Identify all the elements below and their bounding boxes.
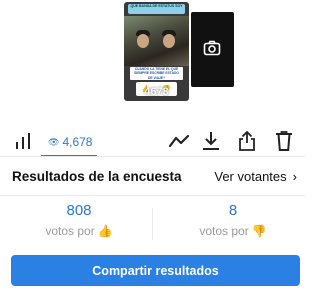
story-caption: CUANDO LA TIENE EL QUE SIEMPRE ESCRIBE E… (130, 67, 183, 80)
camera-icon[interactable] (203, 40, 221, 56)
story-poll-insights: QUE BANDA DE ESTATUS SOY CUANDO LA TIENE… (0, 0, 305, 301)
story-view-count: 4678 (144, 86, 169, 98)
person-face (137, 34, 149, 48)
download-icon[interactable] (200, 131, 222, 151)
see-voters-link[interactable]: Ver votantes › (214, 169, 297, 184)
thumbs-down-icon: 👎 (251, 224, 267, 238)
yes-vote-label-text: votos por (45, 224, 95, 238)
yes-vote-count: 808 (66, 202, 92, 219)
thumbs-up-icon: 👍 (97, 224, 113, 238)
results-divider (152, 208, 153, 240)
trash-icon[interactable] (275, 130, 293, 152)
eye-icon: 👁 (48, 137, 60, 147)
story-banner-text: QUE BANDA DE ESTATUS SOY (128, 4, 185, 14)
chevron-right-icon: › (292, 169, 297, 184)
poll-result-no[interactable]: 8 votos por 👎 (158, 202, 308, 238)
poll-results-header: Resultados de la encuesta Ver votantes › (0, 165, 305, 189)
views-tab[interactable]: 👁 4,678 (48, 135, 92, 149)
views-count-value: 4,678 (62, 135, 93, 149)
poll-divider (0, 195, 305, 196)
insights-toolbar: 👁 4,678 (0, 126, 305, 157)
poll-results-title: Resultados de la encuesta (12, 169, 182, 184)
no-vote-count: 8 (228, 202, 238, 219)
no-vote-label-text: votos por (199, 224, 249, 238)
poll-result-yes[interactable]: 808 votos por 👍 (4, 202, 154, 238)
person-face (163, 34, 175, 48)
see-voters-label: Ver votantes (214, 169, 287, 184)
yes-vote-label: votos por 👍 (4, 224, 154, 238)
toolbar-divider (0, 156, 305, 157)
share-results-button[interactable]: Compartir resultados (11, 255, 300, 286)
trend-icon[interactable] (169, 133, 189, 149)
bar-chart-icon[interactable] (14, 133, 34, 149)
story-photo (124, 16, 189, 66)
share-icon[interactable] (237, 130, 257, 152)
no-vote-label: votos por 👎 (158, 224, 308, 238)
story-thumbnail[interactable]: QUE BANDA DE ESTATUS SOY CUANDO LA TIENE… (124, 2, 189, 101)
